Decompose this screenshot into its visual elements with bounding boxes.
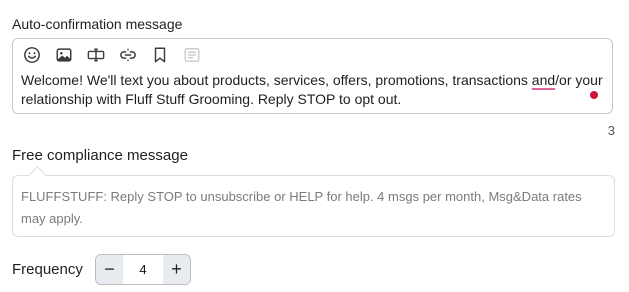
compliance-message-text: FLUFFSTUFF: Reply STOP to unsubscribe or…: [21, 189, 582, 226]
card-icon[interactable]: [181, 44, 203, 66]
increment-button[interactable]: +: [163, 255, 190, 284]
compliance-message-box: FLUFFSTUFF: Reply STOP to unsubscribe or…: [12, 166, 615, 237]
auto-confirmation-text[interactable]: Welcome! We'll text you about products, …: [21, 71, 606, 109]
emoji-icon[interactable]: [21, 44, 43, 66]
character-counter: 3: [607, 123, 615, 138]
text-field-icon[interactable]: [85, 44, 107, 66]
link-icon[interactable]: [117, 44, 139, 66]
message-text-part: Welcome! We'll text you about products, …: [21, 72, 532, 88]
grammar-indicator-dot[interactable]: [590, 91, 598, 99]
compliance-box-caret: [28, 166, 47, 185]
frequency-label: Frequency: [12, 261, 83, 278]
bookmark-icon[interactable]: [149, 44, 171, 66]
auto-confirmation-editor[interactable]: Welcome! We'll text you about products, …: [12, 38, 613, 114]
image-icon[interactable]: [53, 44, 75, 66]
decrement-button[interactable]: −: [96, 255, 123, 284]
frequency-stepper: − 4 +: [95, 254, 191, 285]
compliance-label: Free compliance message: [12, 147, 188, 164]
editor-toolbar: [21, 44, 213, 66]
spellcheck-flagged-word[interactable]: and: [532, 72, 555, 88]
auto-confirmation-label: Auto-confirmation message: [12, 16, 183, 32]
frequency-value[interactable]: 4: [123, 255, 163, 284]
